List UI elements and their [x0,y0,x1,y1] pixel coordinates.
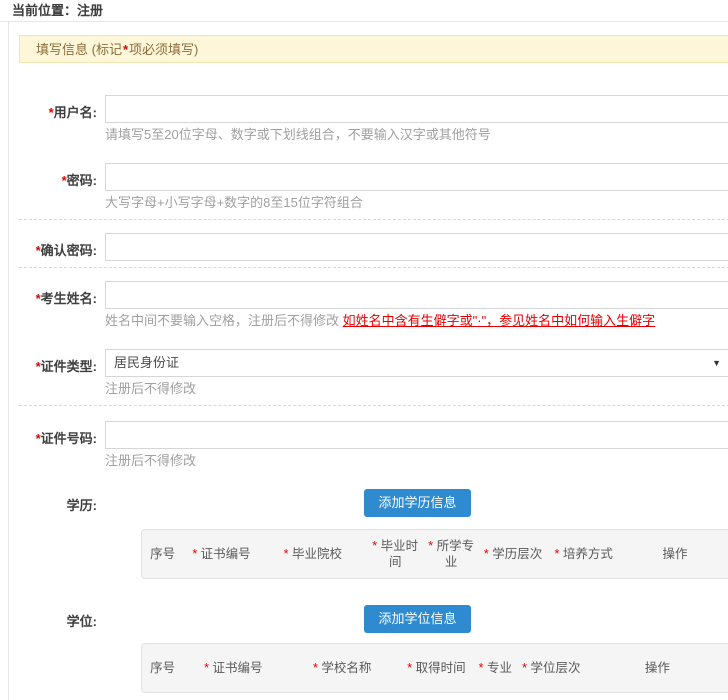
degree-label: 学位: [9,605,97,693]
edu-col-certificate-no: * 证书编号 [183,530,260,578]
id-type-hint: 注册后不得修改 [105,381,728,397]
password-label: *密码: [9,163,97,211]
education-table-header-row: 序号 * 证书编号 * 毕业院校 * 毕业时间 * 所学专业 * 学历层次 * … [142,530,728,578]
add-education-button[interactable]: 添加学历信息 [364,489,470,517]
id-number-input[interactable] [105,421,728,449]
deg-col-obtain-date: * 取得时间 [401,644,472,692]
candidate-name-hint: 姓名中间不要输入空格，注册后不得修改 如姓名中含有生僻字或"·"，参见姓名中如何… [105,313,728,329]
id-type-select[interactable]: 居民身份证 ▼ [105,349,728,377]
id-type-selected-value: 居民身份证 [114,355,179,370]
divider [19,267,728,268]
divider [19,405,728,406]
candidate-name-label: *考生姓名: [9,281,97,329]
rare-character-help-link[interactable]: 如姓名中含有生僻字或"·"，参见姓名中如何输入生僻字 [343,313,656,328]
edu-col-graduation-date: * 毕业时间 [366,530,425,578]
candidate-name-group: *考生姓名: 姓名中间不要输入空格，注册后不得修改 如姓名中含有生僻字或"·"，… [9,281,728,329]
confirm-password-label: *确认密码: [9,233,97,261]
add-degree-button[interactable]: 添加学位信息 [364,605,470,633]
id-type-group: *证件类型: 居民身份证 ▼ 注册后不得修改 [9,349,728,397]
username-label: *用户名: [9,95,97,143]
deg-col-major: * 专业 [472,644,519,692]
id-number-hint: 注册后不得修改 [105,453,728,469]
caret-down-icon: ▼ [712,350,721,377]
id-type-label: *证件类型: [9,349,97,397]
candidate-name-input[interactable] [105,281,728,309]
username-group: *用户名: 请填写5至20位字母、数字或下划线组合，不要输入汉字或其他符号 [9,95,728,143]
deg-col-certificate-no: * 证书编号 [183,644,283,692]
confirm-password-input[interactable] [105,233,728,261]
deg-col-level: * 学位层次 [519,644,584,692]
id-number-group: *证件号码: 注册后不得修改 [9,421,728,469]
degree-table-header-row: 序号 * 证书编号 * 学校名称 * 取得时间 * 专业 * 学位层次 操作 [142,644,728,692]
username-hint: 请填写5至20位字母、数字或下划线组合，不要输入汉字或其他符号 [105,127,728,143]
degree-group: 学位: 添加学位信息 序号 * 证书编号 * 学校名称 [9,605,728,693]
username-input[interactable] [105,95,728,123]
password-hint: 大写字母+小写字母+数字的8至15位字符组合 [105,195,728,211]
notice-text-left: 填写信息 (标记 [36,42,122,57]
edu-col-school: * 毕业院校 [260,530,366,578]
education-label: 学历: [9,489,97,579]
breadcrumb-label: 当前位置：注册 [12,3,103,18]
degree-table: 序号 * 证书编号 * 学校名称 * 取得时间 * 专业 * 学位层次 操作 [141,643,728,693]
deg-col-index: 序号 [142,644,183,692]
password-group: *密码: 大写字母+小写字母+数字的8至15位字符组合 [9,163,728,211]
password-input[interactable] [105,163,728,191]
education-table: 序号 * 证书编号 * 毕业院校 * 毕业时间 * 所学专业 * 学历层次 * … [141,529,728,579]
notice-text-right: 项必须填写) [129,42,198,57]
required-asterisk: * [123,42,128,57]
confirm-password-group: *确认密码: [9,233,728,261]
divider [19,219,728,220]
education-group: 学历: 添加学历信息 序号 * 证书编号 * 毕业院校 [9,489,728,579]
edu-col-major: * 所学专业 [425,530,478,578]
edu-col-index: 序号 [142,530,183,578]
id-number-label: *证件号码: [9,421,97,469]
edu-col-actions: 操作 [619,530,728,578]
deg-col-actions: 操作 [584,644,728,692]
edu-col-level: * 学历层次 [478,530,549,578]
registration-form: *用户名: 请填写5至20位字母、数字或下划线组合，不要输入汉字或其他符号 *密… [9,63,728,693]
breadcrumb: 当前位置：注册 [0,0,728,22]
deg-col-school-name: * 学校名称 [283,644,401,692]
notice-bar: 填写信息 (标记*项必须填写) [19,35,728,63]
edu-col-training-mode: * 培养方式 [548,530,619,578]
registration-panel: 填写信息 (标记*项必须填写) *用户名: 请填写5至20位字母、数字或下划线组… [8,22,728,700]
